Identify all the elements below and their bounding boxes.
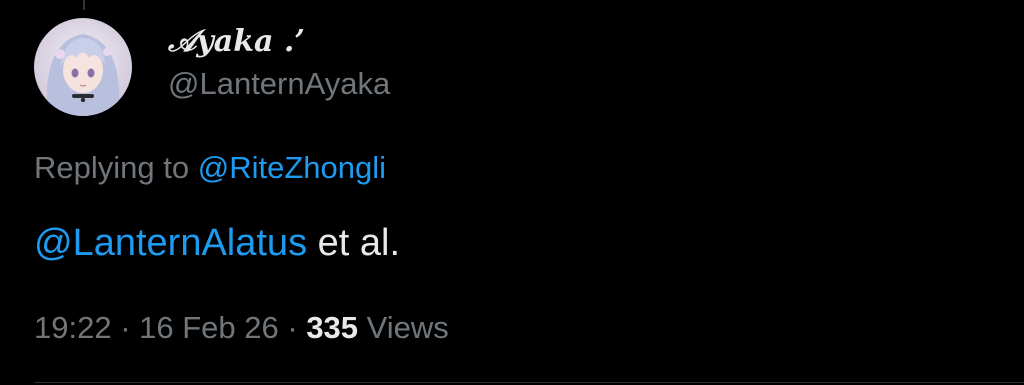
views-label[interactable]: Views [358, 310, 449, 345]
tweet-text: et al. [307, 222, 401, 264]
tweet-meta: 19:22 · 16 Feb 26 · 335 Views [34, 306, 449, 350]
meta-separator: · [278, 310, 307, 345]
replying-to-prefix: Replying to [34, 150, 198, 185]
profile-avatar-icon [34, 18, 132, 116]
tweet-body: @LanternAlatus et al. [34, 220, 400, 266]
mention-link[interactable]: @LanternAlatus [34, 222, 307, 264]
author-handle[interactable]: @LanternAyaka [168, 66, 390, 102]
author-display-name[interactable]: 𝒜yaka .’ [168, 24, 390, 60]
divider [34, 382, 1024, 383]
author-info: 𝒜yaka .’ @LanternAyaka [168, 24, 390, 102]
views-count[interactable]: 335 [306, 310, 358, 345]
tweet-date[interactable]: 16 Feb 26 [139, 310, 279, 345]
replying-to-line: Replying to @RiteZhongli [34, 146, 386, 190]
thread-connector-line [83, 0, 85, 10]
avatar[interactable] [34, 18, 132, 116]
meta-separator: · [111, 310, 140, 345]
tweet-time[interactable]: 19:22 [34, 310, 112, 345]
replying-to-handle-link[interactable]: @RiteZhongli [198, 150, 386, 185]
